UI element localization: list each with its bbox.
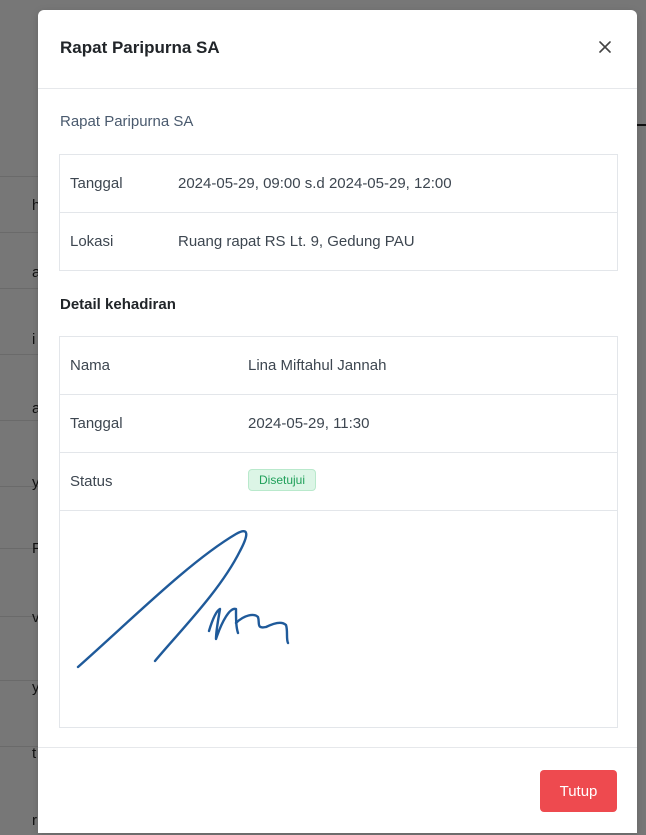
attendance-detail-table: Nama Lina Miftahul Jannah Tanggal 2024-0…	[59, 336, 618, 728]
modal-footer: Tutup	[38, 747, 637, 834]
signature-drawing	[76, 529, 290, 669]
date-value: 2024-05-29, 09:00 s.d 2024-05-29, 12:00	[178, 175, 452, 192]
modal-header: Rapat Paripurna SA	[38, 10, 637, 89]
meeting-detail-modal: Rapat Paripurna SA Rapat Paripurna SA Ta…	[38, 10, 637, 833]
meeting-info-table: Tanggal 2024-05-29, 09:00 s.d 2024-05-29…	[59, 154, 618, 271]
background-text: r	[32, 812, 37, 829]
name-value: Lina Miftahul Jannah	[248, 357, 387, 374]
background-text: t	[32, 745, 37, 762]
table-row: Tanggal 2024-05-29, 09:00 s.d 2024-05-29…	[60, 155, 617, 213]
signature-image	[60, 511, 617, 726]
table-row: Nama Lina Miftahul Jannah	[60, 337, 617, 395]
modal-title: Rapat Paripurna SA	[60, 38, 220, 57]
background-text: i	[32, 331, 36, 348]
name-label: Nama	[70, 357, 111, 374]
location-label: Lokasi	[70, 233, 114, 250]
close-icon	[599, 41, 611, 53]
attendance-date-value: 2024-05-29, 11:30	[248, 415, 370, 432]
attendance-date-label: Tanggal	[70, 415, 123, 432]
attendance-section-title: Detail kehadiran	[60, 296, 176, 313]
status-badge: Disetujui	[248, 469, 317, 491]
location-value: Ruang rapat RS Lt. 9, Gedung PAU	[178, 233, 415, 250]
date-label: Tanggal	[70, 175, 123, 192]
close-button[interactable]	[594, 36, 616, 58]
table-row: Tanggal 2024-05-29, 11:30	[60, 395, 617, 453]
table-row: Lokasi Ruang rapat RS Lt. 9, Gedung PAU	[60, 213, 617, 270]
table-row: Status Disetujui	[60, 453, 617, 511]
meeting-subtitle: Rapat Paripurna SA	[60, 113, 194, 130]
status-label: Status	[70, 473, 113, 490]
close-modal-button[interactable]: Tutup	[540, 770, 617, 812]
